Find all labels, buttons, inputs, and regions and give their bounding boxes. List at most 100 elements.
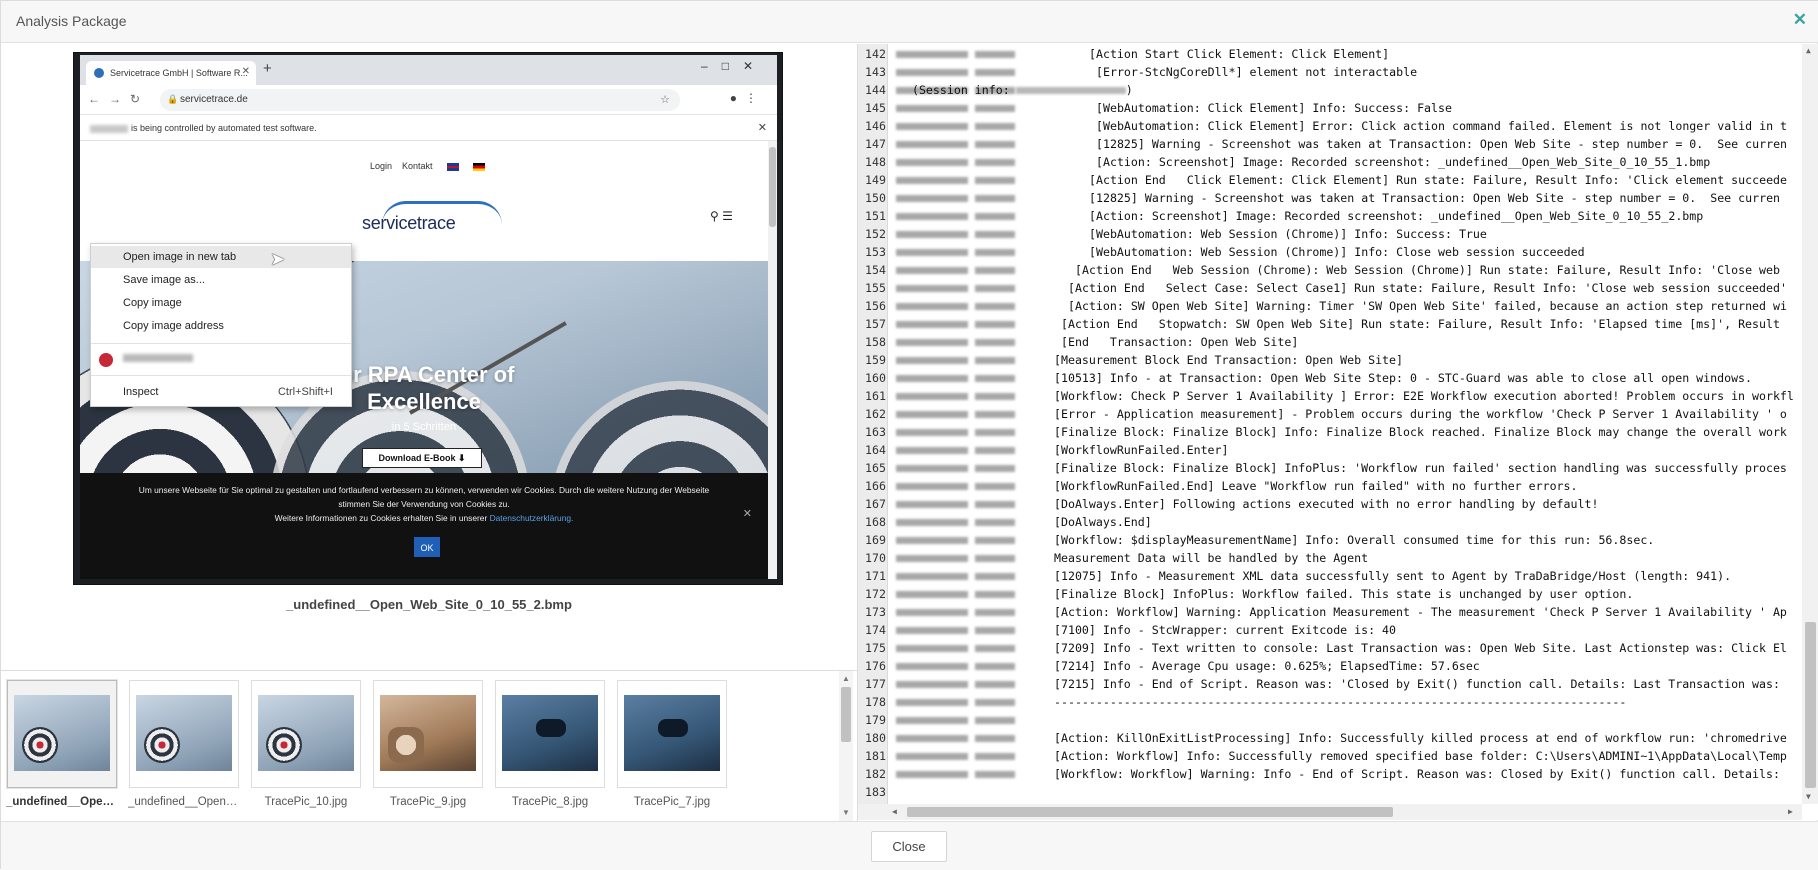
new-tab-icon: + (263, 60, 272, 77)
redacted-timestamp (896, 321, 968, 328)
log-text-content: [End Transaction: Open Web Site] (1061, 335, 1299, 349)
hero-title-line1: Ihr RPA Center of (333, 362, 515, 387)
thumbnail[interactable]: TracePic_10.jpg (250, 676, 362, 816)
log-line: 182 [Workflow: Workflow] Warning: Info - … (858, 765, 1802, 783)
browser-nav-icons: ←→↻ (88, 92, 150, 106)
log-line: 157 [Action End Stopwatch: SW Open Web Si… (858, 315, 1802, 333)
log-line: 154 [Action End Web Session (Chrome): Web… (858, 261, 1802, 279)
redacted-timestamp (975, 591, 1015, 598)
redacted-timestamp (896, 627, 968, 634)
log-text-content: [10513] Info - at Transaction: Open Web … (1054, 371, 1753, 385)
log-text: [Action: Workflow] Warning: Application … (1054, 603, 1787, 621)
ctx-inspect: Inspect Ctrl+Shift+I (91, 381, 351, 403)
log-line: 155 [Action End Select Case: Select Case1… (858, 279, 1802, 297)
redacted-timestamp (896, 609, 968, 616)
scroll-up-icon[interactable]: ▲ (842, 674, 850, 683)
redacted-timestamp (896, 573, 968, 580)
redacted-timestamp (975, 735, 1015, 742)
redacted-timestamp (896, 285, 968, 292)
log-viewer[interactable]: 142 [Action Start Click Element: Click El… (858, 44, 1818, 820)
thumbnail[interactable]: TracePic_8.jpg (494, 676, 606, 816)
download-ebook-label: Download E-Book (378, 453, 456, 463)
line-number: 162 (865, 407, 886, 421)
log-horizontal-scrollbar-thumb[interactable] (907, 807, 1393, 817)
log-line: 161 [Workflow: Check P Server 1 Availabil… (858, 387, 1802, 405)
redacted-session (1015, 87, 1126, 94)
log-line: 171 [12075] Info - Measurement XML data s… (858, 567, 1802, 585)
ctx-copy-image-address: Copy image address (123, 320, 224, 332)
thumbnail-scrollbar[interactable]: ▲ ▼ (839, 671, 853, 821)
redacted-timestamp (896, 753, 968, 760)
thumbnail[interactable]: TracePic_9.jpg (372, 676, 484, 816)
line-number: 155 (865, 281, 886, 295)
close-icon[interactable]: ✕ (1793, 10, 1807, 30)
thumbnail-image (129, 680, 239, 788)
mouse-cursor-icon: ➤ (270, 249, 286, 269)
hero-title-line2: Excellence (367, 389, 481, 414)
website-page: Login Kontakt servicetrace ⚲ ☰ Ihr RPA Ce… (80, 141, 768, 579)
log-line: 174 [7100] Info - StcWrapper: current Exi… (858, 621, 1802, 639)
line-number: 166 (865, 479, 886, 493)
ctx-inspect-label: Inspect (123, 386, 159, 398)
ctx-inspect-shortcut: Ctrl+Shift+I (277, 386, 333, 398)
log-line: 177 [7215] Info - End of Script. Reason w… (858, 675, 1802, 693)
thumbnail-scrollbar-thumb[interactable] (841, 687, 851, 742)
log-text-content: [DoAlways.End] (1054, 515, 1152, 529)
thumbnail[interactable]: TracePic_7.jpg (616, 676, 728, 816)
download-ebook-button: Download E-Book ⬇ (362, 448, 482, 468)
thumbnail-label: TracePic_7.jpg (633, 796, 711, 808)
log-vertical-scrollbar[interactable]: ▲ ▼ (1802, 44, 1818, 804)
log-text: [Action: KillOnExitListProcessing] Info:… (1054, 729, 1787, 747)
dialog-footer: Close (1, 821, 1818, 870)
redacted-timestamp (975, 717, 1015, 724)
site-nav-kontakt: Kontakt (402, 161, 433, 171)
thumbnail-picture (502, 695, 598, 771)
thumbnail[interactable]: _undefined__Open_... (128, 676, 240, 816)
line-number: 159 (865, 353, 886, 367)
redacted-timestamp (975, 231, 1015, 238)
log-horizontal-scrollbar[interactable]: ◀ ▶ (858, 804, 1802, 820)
cookie-banner: Um unsere Webseite für Sie optimal zu ge… (80, 473, 768, 579)
log-line: 143 [Error-StcNgCoreDll*] element not int… (858, 63, 1802, 81)
redacted-timestamp (975, 609, 1015, 616)
scroll-right-icon[interactable]: ▶ (1788, 807, 1793, 816)
redacted-timestamp (975, 141, 1015, 148)
redacted-timestamp (896, 51, 968, 58)
screenshot-preview[interactable]: Servicetrace GmbH | Software R... ✕ + –□… (73, 52, 783, 585)
redacted-timestamp (896, 123, 968, 130)
redacted-timestamp (896, 69, 968, 76)
thumbnail[interactable]: _undefined__Open_... (6, 676, 118, 816)
redacted-timestamp (896, 771, 968, 778)
scroll-up-icon[interactable]: ▲ (1806, 46, 1811, 55)
log-text-content: [12075] Info - Measurement XML data succ… (1054, 569, 1732, 583)
line-number: 148 (865, 155, 886, 169)
log-line: 172 [Finalize Block] InfoPlus: Workflow f… (858, 585, 1802, 603)
line-number: 145 (865, 101, 886, 115)
redacted-text (123, 354, 193, 362)
log-text: [Error - Application measurement] - Prob… (1054, 405, 1787, 423)
scroll-left-icon[interactable]: ◀ (892, 807, 897, 816)
log-line: 145 [WebAutomation: Click Element] Info: … (858, 99, 1802, 117)
close-button[interactable]: Close (871, 831, 947, 862)
redacted-timestamp (896, 645, 968, 652)
thumbnail-label: TracePic_8.jpg (511, 796, 589, 808)
log-text: (Session info:) (898, 83, 1133, 97)
redacted-timestamp (975, 375, 1015, 382)
log-text-content: [7215] Info - End of Script. Reason was:… (1054, 677, 1780, 691)
log-text: [Workflow: Check P Server 1 Availability… (1054, 387, 1794, 405)
log-text-content: [Action: Screenshot] Image: Recorded scr… (1096, 155, 1711, 169)
ctx-save-image-as: Save image as... (123, 274, 205, 286)
browser-window: Servicetrace GmbH | Software R... ✕ + –□… (80, 55, 777, 579)
ctx-copy-image: Copy image (123, 297, 182, 309)
scroll-down-icon[interactable]: ▼ (842, 808, 850, 817)
log-vertical-scrollbar-thumb[interactable] (1805, 622, 1816, 788)
log-text-content: [Workflow: Workflow] Warning: Info - End… (1054, 767, 1780, 781)
scroll-down-icon[interactable]: ▼ (1806, 792, 1811, 801)
redacted-timestamp (975, 699, 1015, 706)
log-text: [WebAutomation: Click Element] Error: Cl… (1096, 117, 1787, 135)
log-line: 158 [End Transaction: Open Web Site] (858, 333, 1802, 351)
line-number: 177 (865, 677, 886, 691)
thumbnail-picture (624, 695, 720, 771)
automation-notice: is being controlled by automated test so… (131, 123, 317, 133)
log-line: 178 -------------------------------------… (858, 693, 1802, 711)
